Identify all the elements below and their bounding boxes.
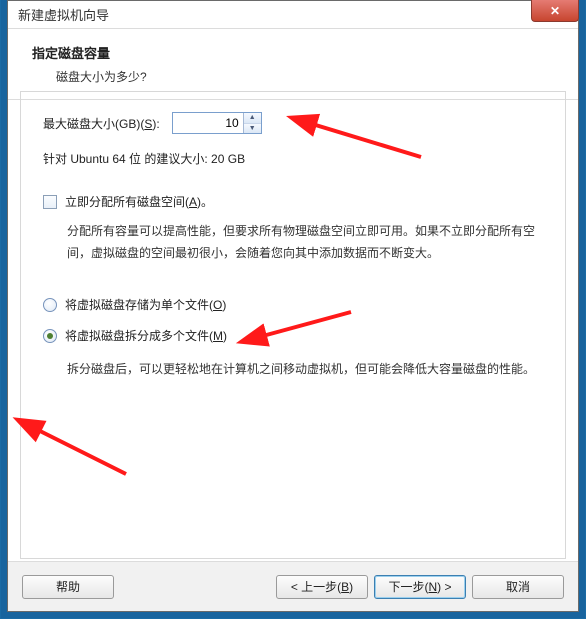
recommended-size: 针对 Ubuntu 64 位 的建议大小: 20 GB	[43, 150, 543, 167]
wizard-window: 新建虚拟机向导 ✕ 指定磁盘容量 磁盘大小为多少? 最大磁盘大小(GB)(S):…	[7, 0, 579, 612]
title-bar: 新建虚拟机向导 ✕	[8, 1, 578, 29]
allocate-now-desc: 分配所有容量可以提高性能，但要求所有物理磁盘空间立即可用。如果不立即分配所有空间…	[67, 220, 543, 264]
page-title: 指定磁盘容量	[32, 43, 554, 62]
wizard-footer: 帮助 < 上一步(B) 下一步(N) > 取消	[8, 561, 578, 611]
next-button[interactable]: 下一步(N) >	[374, 575, 466, 599]
disk-size-label: 最大磁盘大小(GB)(S):	[43, 115, 160, 132]
disk-size-spinner[interactable]: ▲ ▼	[172, 112, 262, 134]
disk-size-input[interactable]	[173, 113, 243, 133]
help-button[interactable]: 帮助	[22, 575, 114, 599]
close-button[interactable]: ✕	[531, 0, 579, 22]
spinner-up-icon[interactable]: ▲	[244, 113, 261, 124]
back-button[interactable]: < 上一步(B)	[276, 575, 368, 599]
radio-split-files-row[interactable]: 将虚拟磁盘拆分成多个文件(M)	[43, 327, 543, 344]
allocate-now-row[interactable]: 立即分配所有磁盘空间(A)。	[43, 193, 543, 210]
radio-single-file-row[interactable]: 将虚拟磁盘存储为单个文件(O)	[43, 296, 543, 313]
spinner-buttons: ▲ ▼	[243, 113, 261, 133]
page-subtitle: 磁盘大小为多少?	[56, 68, 554, 85]
spinner-down-icon[interactable]: ▼	[244, 124, 261, 134]
annotation-arrow-icon	[26, 422, 136, 485]
cancel-button[interactable]: 取消	[472, 575, 564, 599]
window-title: 新建虚拟机向导	[18, 5, 109, 24]
wizard-header: 指定磁盘容量 磁盘大小为多少?	[8, 29, 578, 100]
radio-split-files-label: 将虚拟磁盘拆分成多个文件(M)	[65, 327, 227, 344]
content-panel: 最大磁盘大小(GB)(S): ▲ ▼ 针对 Ubuntu 64 位 的建议大小:…	[20, 91, 566, 559]
disk-size-row: 最大磁盘大小(GB)(S): ▲ ▼	[43, 112, 543, 134]
split-files-desc: 拆分磁盘后，可以更轻松地在计算机之间移动虚拟机，但可能会降低大容量磁盘的性能。	[67, 358, 543, 380]
allocate-now-checkbox[interactable]	[43, 195, 57, 209]
radio-split-files[interactable]	[43, 329, 57, 343]
close-icon: ✕	[550, 4, 560, 18]
radio-single-file-label: 将虚拟磁盘存储为单个文件(O)	[65, 296, 226, 313]
radio-single-file[interactable]	[43, 298, 57, 312]
allocate-now-label: 立即分配所有磁盘空间(A)。	[65, 193, 213, 210]
